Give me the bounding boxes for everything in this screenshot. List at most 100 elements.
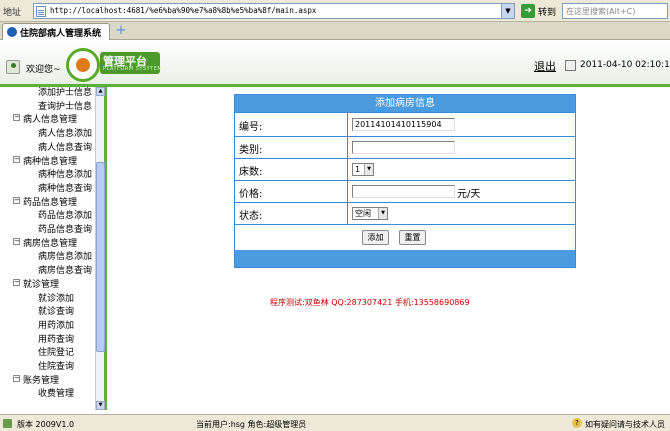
- go-arrow-icon[interactable]: ➔: [521, 4, 535, 18]
- sidebar-item[interactable]: 查询护士信息: [38, 99, 92, 112]
- datetime: 2011-04-10 02:10:15: [580, 60, 670, 70]
- type-label: 类别:: [239, 145, 263, 156]
- sidebar-item-label: 查询护士信息: [38, 101, 93, 112]
- cell-divider: [347, 113, 348, 136]
- expand-icon[interactable]: −: [13, 155, 20, 163]
- scroll-thumb[interactable]: [96, 162, 105, 352]
- sidebar-item-label: 病种信息查询: [38, 183, 93, 194]
- sidebar-item-label: 病人信息查询: [38, 142, 93, 153]
- sidebar-item[interactable]: 病种信息添加: [38, 167, 92, 180]
- sidebar-item[interactable]: 就诊添加: [38, 291, 74, 304]
- sidebar-item[interactable]: 收费管理: [38, 386, 74, 399]
- id-field[interactable]: 20114101410115904: [352, 118, 455, 131]
- sidebar-item-label: 病种信息管理: [23, 156, 78, 167]
- sidebar-item[interactable]: 病人信息查询: [38, 140, 92, 153]
- help-icon: ?: [572, 418, 582, 428]
- sidebar-item-label: 病房信息查询: [38, 266, 93, 277]
- sidebar-item[interactable]: 用药查询: [38, 332, 74, 345]
- sidebar-item-label: 药品信息添加: [38, 211, 93, 222]
- sidebar-item-label: 病人信息管理: [23, 115, 78, 126]
- sidebar-item[interactable]: 病房信息添加: [38, 249, 92, 262]
- search-placeholder: 在这里搜索(Alt+C): [566, 7, 636, 16]
- row-beds: 床数: 1 ▼: [235, 158, 575, 180]
- expand-icon[interactable]: −: [13, 278, 20, 286]
- expand-icon[interactable]: −: [13, 114, 20, 122]
- chevron-down-icon[interactable]: ▼: [501, 4, 514, 18]
- beds-value: 1: [355, 165, 361, 174]
- version-icon: [3, 419, 12, 428]
- go-button[interactable]: 转到: [538, 5, 556, 18]
- logo: 管理平台 PLATFORM SYSYTEM: [100, 52, 163, 74]
- cell-divider: [347, 137, 348, 158]
- search-input[interactable]: 在这里搜索(Alt+C): [562, 3, 668, 19]
- sidebar-scrollbar[interactable]: ▲ ▼: [95, 87, 105, 410]
- tab-main[interactable]: 住院部病人管理系统: [2, 23, 110, 40]
- sidebar-item-label: 用药添加: [38, 320, 75, 331]
- scroll-down-icon[interactable]: ▼: [96, 401, 105, 410]
- sidebar-item[interactable]: 药品信息查询: [38, 222, 92, 235]
- credit-text: 程序测试:双鱼林 QQ:287307421 手机:13558690869: [270, 298, 470, 307]
- status-select[interactable]: 空闲 ▼: [352, 207, 388, 220]
- address-label: 地址: [3, 8, 22, 18]
- version-text: 版本 2009V1.0: [17, 420, 75, 429]
- sidebar-item[interactable]: 病房信息查询: [38, 263, 92, 276]
- type-field[interactable]: [352, 141, 455, 154]
- sidebar-item[interactable]: 病人信息添加: [38, 126, 92, 139]
- logo-subtitle: PLATFORM SYSYTEM: [103, 66, 163, 72]
- form-title: 添加病房信息: [235, 95, 575, 112]
- address-bar: 地址 http://localhost:4681/%e6%ba%90%e7%a8…: [0, 0, 670, 22]
- sidebar-item-label: 用药查询: [38, 334, 75, 345]
- add-room-form: 添加病房信息 编号: 20114101410115904 类别: 床数: 1 ▼…: [234, 94, 576, 268]
- form-footer: [235, 250, 575, 267]
- expand-icon[interactable]: −: [13, 374, 20, 382]
- expand-icon[interactable]: −: [13, 237, 20, 245]
- help-text: 如有疑问请与技术人员: [585, 420, 665, 429]
- price-label: 价格:: [239, 189, 263, 200]
- sidebar-item-label: 住院登记: [38, 348, 75, 359]
- address-input[interactable]: http://localhost:4681/%e6%ba%90%e7%a8%8b…: [33, 3, 515, 19]
- sidebar-item[interactable]: 病种信息查询: [38, 181, 92, 194]
- sidebar-item-label: 就诊添加: [38, 293, 75, 304]
- new-tab-icon[interactable]: +: [114, 24, 128, 38]
- sidebar-item[interactable]: 药品信息添加: [38, 208, 92, 221]
- chevron-down-icon[interactable]: ▼: [364, 164, 373, 175]
- sidebar-item-label: 病人信息添加: [38, 129, 93, 140]
- site-icon: [7, 27, 17, 37]
- cell-divider: [347, 159, 348, 180]
- sidebar-item-label: 就诊管理: [23, 279, 60, 290]
- add-button[interactable]: 添加: [362, 230, 389, 245]
- beds-select[interactable]: 1 ▼: [352, 163, 374, 176]
- status-label: 状态:: [239, 211, 263, 222]
- sidebar-item-label: 账务管理: [23, 375, 60, 386]
- sidebar-item-label: 病种信息添加: [38, 170, 93, 181]
- row-status: 状态: 空闲 ▼: [235, 202, 575, 224]
- status-bar: 版本 2009V1.0 当前用户:hsg 角色:超级管理员 ? 如有疑问请与技术…: [0, 414, 670, 431]
- sidebar-item-label: 药品信息管理: [23, 197, 78, 208]
- scroll-up-icon[interactable]: ▲: [96, 87, 105, 96]
- expand-icon[interactable]: −: [13, 196, 20, 204]
- reset-button[interactable]: 重置: [399, 230, 426, 245]
- welcome-text: 欢迎您~: [26, 65, 61, 75]
- logout-link[interactable]: 退出: [534, 58, 556, 74]
- sidebar-item-label: 添加护士信息: [38, 88, 93, 98]
- calendar-icon: [565, 60, 576, 71]
- page-icon: [36, 6, 46, 17]
- sidebar-item[interactable]: 住院登记: [38, 345, 74, 358]
- row-price: 价格: 元/天: [235, 180, 575, 202]
- sidebar-item-label: 就诊查询: [38, 307, 75, 318]
- row-type: 类别:: [235, 136, 575, 158]
- chevron-down-icon[interactable]: ▼: [378, 208, 387, 219]
- row-actions: 添加 重置: [235, 224, 575, 250]
- price-field[interactable]: [352, 185, 455, 198]
- sidebar-item-label: 收费管理: [38, 389, 75, 400]
- sidebar-item[interactable]: 用药添加: [38, 318, 74, 331]
- cell-divider: [347, 203, 348, 224]
- sidebar-item[interactable]: 添加护士信息: [38, 87, 92, 98]
- beds-label: 床数:: [239, 167, 263, 178]
- user-icon: [6, 60, 20, 74]
- address-url: http://localhost:4681/%e6%ba%90%e7%a8%8b…: [50, 6, 317, 15]
- sidebar-item[interactable]: 住院查询: [38, 359, 74, 372]
- sidebar-nav: 添加护士信息 查询护士信息 − 病人信息管理 病人信息添加 病人信息查询 − 病种信息管理 病种…: [0, 87, 107, 410]
- sidebar-item-label: 病房信息管理: [23, 238, 78, 249]
- sidebar-item[interactable]: 就诊查询: [38, 304, 74, 317]
